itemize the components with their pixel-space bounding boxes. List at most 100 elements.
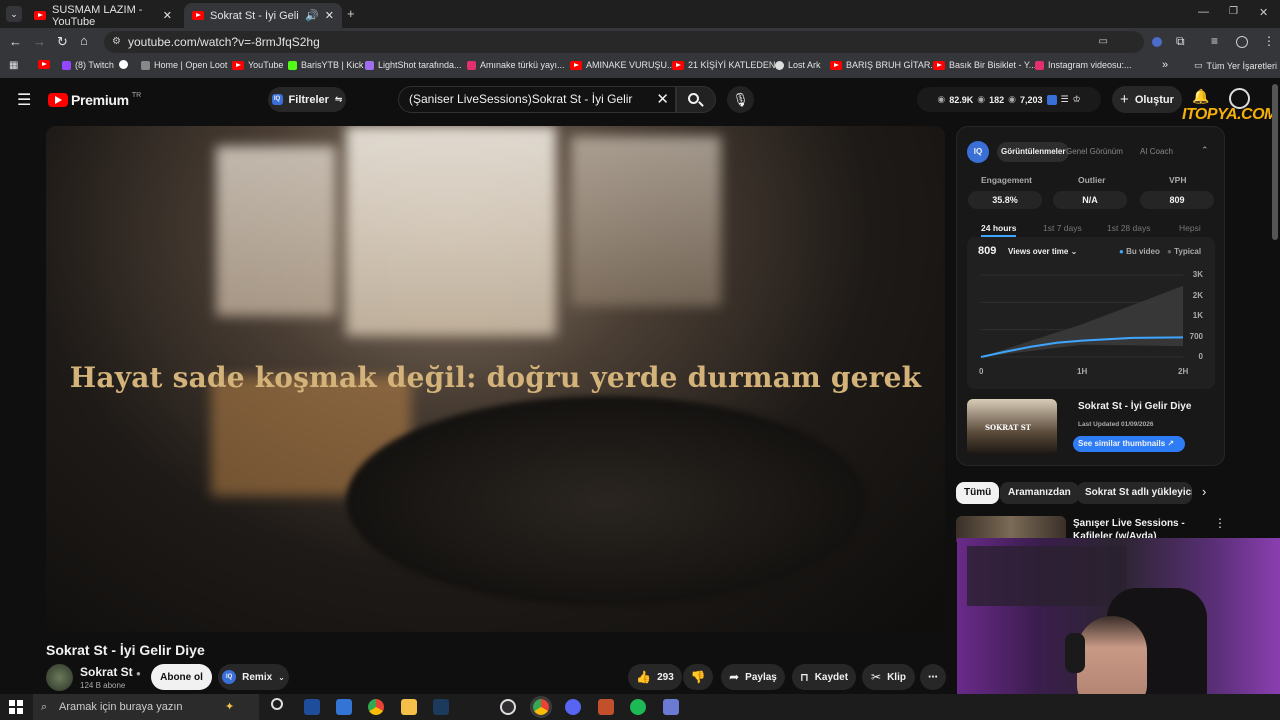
bookmark-baris-gitar[interactable]: BARIŞ BRUH GİTAR... xyxy=(830,60,938,70)
taskbar-search[interactable]: ⌕ Aramak için buraya yazın ✦ xyxy=(33,694,259,720)
country-code: TR xyxy=(131,91,142,99)
related-more-icon[interactable]: ⋮ xyxy=(1214,516,1226,530)
lightshot-icon xyxy=(365,60,374,70)
chip-uploader[interactable]: Sokrat St adlı yükleyicid xyxy=(1077,482,1192,504)
bookmark-kick[interactable]: BarisYTB | Kick xyxy=(288,60,363,70)
app-icon-2[interactable] xyxy=(598,699,614,715)
hamburger-menu-icon[interactable]: ☰ xyxy=(17,90,31,110)
youtube-logo[interactable]: Premium TR xyxy=(48,92,141,108)
site-info-icon[interactable]: ⚙ xyxy=(112,31,121,53)
chip-all[interactable]: Tümü xyxy=(956,482,1000,504)
subscribe-button[interactable]: Abone ol xyxy=(151,664,212,690)
video-player[interactable]: Hayat sade koşmak değil: doğru yerde dur… xyxy=(46,126,945,632)
extension-icon[interactable] xyxy=(1152,37,1162,47)
speaker-icon[interactable]: 🔊 xyxy=(305,9,319,22)
vidiq-stats-bar[interactable]: ◉ 82.9K ◉ 182 ◉ 7,203 ☰ ♔ xyxy=(917,87,1101,112)
clear-search-icon[interactable]: ✕ xyxy=(656,87,669,112)
close-icon[interactable]: ✕ xyxy=(325,9,334,22)
tab-search-button[interactable]: ⌄ xyxy=(6,6,22,22)
file-explorer-icon[interactable] xyxy=(401,699,417,715)
discord-icon[interactable] xyxy=(565,699,581,715)
y-tick-label: 2K xyxy=(1192,291,1203,300)
app-icon-1[interactable] xyxy=(304,699,320,715)
extensions-puzzle-icon[interactable]: ⧉ xyxy=(1176,34,1185,49)
youtube-favicon-icon xyxy=(34,11,46,20)
stat-videos: 182 xyxy=(989,94,1005,105)
panel-tab-ai-coach[interactable]: AI Coach xyxy=(1140,142,1173,162)
bookmark-twitch[interactable]: (8) Twitch xyxy=(62,60,114,70)
search-button[interactable] xyxy=(676,86,716,113)
plus-icon: + xyxy=(1120,91,1129,108)
task-view-icon[interactable] xyxy=(271,698,283,710)
more-bookmarks-icon[interactable]: » xyxy=(1162,59,1168,71)
bookmark-lostark[interactable]: Lost Ark xyxy=(775,60,821,70)
chrome-icon[interactable] xyxy=(368,699,384,715)
filters-button[interactable]: IQ Filtreler ⇋ xyxy=(268,87,346,112)
bookmark-openloot[interactable]: Home | Open Loot xyxy=(141,60,227,70)
range-all[interactable]: Hepsi xyxy=(1179,223,1201,233)
save-button[interactable]: ⊓ Kaydet xyxy=(792,664,856,690)
all-bookmarks[interactable]: ▭ Tüm Yer İşaretleri xyxy=(1194,60,1277,71)
minimize-icon[interactable]: — xyxy=(1198,6,1209,18)
home-icon[interactable]: ⌂ xyxy=(80,33,88,48)
like-button[interactable]: 👍 293 xyxy=(628,664,682,690)
page-scrollbar[interactable] xyxy=(1272,84,1278,240)
channel-name[interactable]: Sokrat St ● xyxy=(80,665,141,679)
bookmark-lightshot[interactable]: LightShot tarafında... xyxy=(365,60,462,70)
windows-start-icon[interactable] xyxy=(9,700,23,714)
thumbnail-preview[interactable]: SOKRAT ST xyxy=(967,399,1057,455)
steam-icon[interactable] xyxy=(433,699,449,715)
channel-avatar[interactable] xyxy=(46,664,73,691)
clip-button[interactable]: ✂ Klip xyxy=(862,664,915,690)
bookmark-21kisi[interactable]: 21 KİŞİYİ KATLEDEN... xyxy=(672,60,783,70)
reload-icon[interactable]: ↻ xyxy=(57,34,68,50)
remix-button[interactable]: IQ Remix ⌄ xyxy=(218,664,289,690)
tab-susmam[interactable]: SUSMAM LAZIM - YouTube ✕ xyxy=(26,3,180,28)
tab-sokrat[interactable]: Sokrat St - İyi Gelir Diye - Y 🔊 ✕ xyxy=(184,3,342,28)
bookmark-instagram-1[interactable]: Amınake türkü yayı... xyxy=(467,60,565,70)
youtube-logo-icon xyxy=(48,93,68,107)
chrome-active-icon[interactable] xyxy=(530,696,552,718)
profile-avatar[interactable] xyxy=(1236,36,1248,48)
range-24h[interactable]: 24 hours xyxy=(981,223,1017,237)
collapse-chevron-icon[interactable]: ⌃ xyxy=(1201,145,1209,156)
dislike-button[interactable]: 👎 xyxy=(683,664,713,690)
create-button[interactable]: + Oluştur xyxy=(1112,86,1182,113)
panel-tab-views[interactable]: Görüntülenmeler xyxy=(997,142,1070,162)
new-tab-button[interactable]: + xyxy=(347,6,355,21)
bookmark-aminake[interactable]: AMINAKE VURUŞU... xyxy=(570,60,675,70)
similar-thumbnails-button[interactable]: See similar thumbnails ↗ xyxy=(1073,436,1185,452)
search-value: (Şaniser LiveSessions)Sokrat St - İyi Ge… xyxy=(409,92,633,106)
lyric-caption: Hayat sade koşmak değil: doğru yerde dur… xyxy=(69,361,922,394)
chips-next-chevron-icon[interactable]: › xyxy=(1202,484,1206,499)
spotify-icon[interactable] xyxy=(630,699,646,715)
more-actions-button[interactable]: ⋯ xyxy=(920,664,946,690)
chip-from-search[interactable]: Aramanızdan xyxy=(1000,482,1079,504)
obs-icon[interactable] xyxy=(500,699,516,715)
address-bar[interactable]: ⚙ youtube.com/watch?v=-8rmJfqS2hg ▭ xyxy=(104,31,1144,53)
apps-grid-icon[interactable]: ▦ xyxy=(9,60,18,71)
bookmark-youtube-icon-only[interactable] xyxy=(38,60,50,69)
voice-search-button[interactable]: 🎙 xyxy=(727,86,754,113)
install-icon[interactable]: ▭ xyxy=(1099,31,1108,53)
range-28d[interactable]: 1st 28 days xyxy=(1107,223,1150,233)
bookmark-youtube[interactable]: YouTube xyxy=(232,60,283,70)
store-icon[interactable] xyxy=(336,699,352,715)
window-close-icon[interactable]: ✕ xyxy=(1259,6,1268,19)
close-icon[interactable]: ✕ xyxy=(163,9,172,22)
share-button[interactable]: ➦ Paylaş xyxy=(721,664,785,690)
forward-icon[interactable]: → xyxy=(33,34,46,49)
calculator-icon[interactable] xyxy=(663,699,679,715)
bookmark-bisiklet[interactable]: Basık Bir Bisiklet - Y... xyxy=(933,60,1036,70)
twitch-icon xyxy=(62,60,71,70)
media-icon[interactable]: ≡ xyxy=(1211,34,1218,48)
range-7d[interactable]: 1st 7 days xyxy=(1043,223,1082,233)
search-input[interactable]: (Şaniser LiveSessions)Sokrat St - İyi Ge… xyxy=(398,86,676,113)
bookmark-instagram-2[interactable]: Instagram videosu:... xyxy=(1035,60,1132,70)
bookmark-google-icon-only[interactable] xyxy=(119,60,128,69)
back-icon[interactable]: ← xyxy=(9,34,22,49)
notifications-bell-icon[interactable]: 🔔 xyxy=(1192,88,1209,105)
menu-kebab-icon[interactable]: ⋮ xyxy=(1263,34,1275,48)
panel-tab-overview[interactable]: Genel Görünüm xyxy=(1066,142,1123,162)
restore-icon[interactable]: ❐ xyxy=(1229,6,1238,17)
